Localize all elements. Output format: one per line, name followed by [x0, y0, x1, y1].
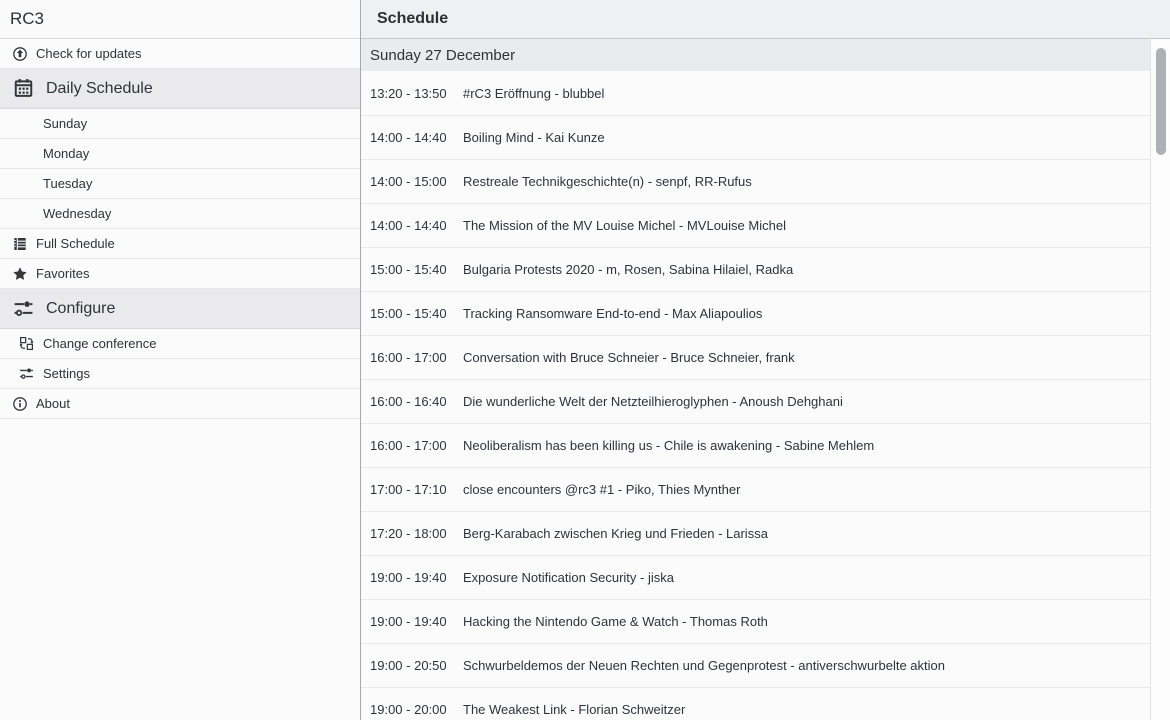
event-time: 14:00 - 14:40	[370, 130, 454, 145]
update-icon	[12, 46, 28, 62]
sidebar-item-settings[interactable]: Settings	[0, 359, 360, 389]
event-row[interactable]: 15:00 - 15:40 Bulgaria Protests 2020 - m,…	[361, 247, 1150, 291]
event-row[interactable]: 14:00 - 14:40 The Mission of the MV Louis…	[361, 203, 1150, 247]
app-title: RC3	[10, 9, 44, 29]
sidebar-item-sunday[interactable]: Sunday	[0, 109, 360, 139]
event-row[interactable]: 19:00 - 20:50 Schwurbeldemos der Neuen Re…	[361, 643, 1150, 687]
sidebar-section-daily-schedule[interactable]: Daily Schedule	[0, 69, 360, 109]
event-title: Exposure Notification Security - jiska	[463, 570, 674, 585]
event-list: 13:20 - 13:50 #rC3 Eröffnung - blubbel 14:…	[361, 71, 1150, 720]
sidebar-item-about[interactable]: About	[0, 389, 360, 419]
sidebar-item-monday[interactable]: Monday	[0, 139, 360, 169]
sliders-icon	[13, 298, 34, 319]
event-title: Tracking Ransomware End-to-end - Max Ali…	[463, 306, 762, 321]
event-title: The Weakest Link - Florian Schweitzer	[463, 702, 685, 717]
event-time: 17:20 - 18:00	[370, 526, 454, 541]
sidebar-item-label: Change conference	[43, 336, 156, 351]
sidebar-nav: Check for updates Daily Schedule Sunday Mon…	[0, 39, 360, 720]
sidebar-item-favorites[interactable]: Favorites	[0, 259, 360, 289]
event-title: Neoliberalism has been killing us - Chil…	[463, 438, 874, 453]
page-title: Schedule	[377, 10, 448, 28]
event-title: Die wunderliche Welt der Netzteilhierogl…	[463, 394, 843, 409]
sidebar-item-label: Daily Schedule	[46, 80, 153, 98]
sidebar-item-check-for-updates[interactable]: Check for updates	[0, 39, 360, 69]
sidebar-item-label: Check for updates	[36, 46, 142, 61]
app-window: RC3 Check for updates Daily Schedule Sunda…	[0, 0, 1170, 720]
sidebar-item-tuesday[interactable]: Tuesday	[0, 169, 360, 199]
event-row[interactable]: 17:00 - 17:10 close encounters @rc3 #1 - …	[361, 467, 1150, 511]
sidebar-item-label: Full Schedule	[36, 236, 115, 251]
star-icon	[12, 266, 28, 282]
event-title: Schwurbeldemos der Neuen Rechten und Geg…	[463, 658, 945, 673]
event-time: 19:00 - 19:40	[370, 614, 454, 629]
event-title: Hacking the Nintendo Game & Watch - Thom…	[463, 614, 768, 629]
swap-icon	[19, 336, 34, 351]
main-panel: Schedule Sunday 27 December 13:20 - 13:5…	[361, 0, 1170, 720]
event-row[interactable]: 16:00 - 16:40 Die wunderliche Welt der Ne…	[361, 379, 1150, 423]
event-title: #rC3 Eröffnung - blubbel	[463, 86, 604, 101]
event-title: Berg-Karabach zwischen Krieg und Frieden…	[463, 526, 768, 541]
scrollbar-thumb[interactable]	[1156, 48, 1166, 155]
event-time: 17:00 - 17:10	[370, 482, 454, 497]
sidebar: RC3 Check for updates Daily Schedule Sunda…	[0, 0, 361, 720]
scrollbar-track[interactable]	[1150, 40, 1170, 720]
event-title: close encounters @rc3 #1 - Piko, Thies M…	[463, 482, 740, 497]
sidebar-item-label: Monday	[43, 146, 89, 161]
event-row[interactable]: 19:00 - 20:00 The Weakest Link - Florian …	[361, 687, 1150, 720]
sidebar-item-label: About	[36, 396, 70, 411]
sidebar-item-wednesday[interactable]: Wednesday	[0, 199, 360, 229]
event-row[interactable]: 14:00 - 15:00 Restreale Technikgeschichte…	[361, 159, 1150, 203]
event-time: 19:00 - 19:40	[370, 570, 454, 585]
sliders-icon	[19, 366, 34, 381]
event-time: 16:00 - 17:00	[370, 438, 454, 453]
event-title: Restreale Technikgeschichte(n) - senpf, …	[463, 174, 752, 189]
event-time: 16:00 - 16:40	[370, 394, 454, 409]
event-row[interactable]: 19:00 - 19:40 Exposure Notification Secur…	[361, 555, 1150, 599]
event-row[interactable]: 15:00 - 15:40 Tracking Ransomware End-to-…	[361, 291, 1150, 335]
event-title: The Mission of the MV Louise Michel - MV…	[463, 218, 786, 233]
event-time: 14:00 - 15:00	[370, 174, 454, 189]
event-row[interactable]: 16:00 - 17:00 Conversation with Bruce Sch…	[361, 335, 1150, 379]
event-row[interactable]: 17:20 - 18:00 Berg-Karabach zwischen Krie…	[361, 511, 1150, 555]
calendar-icon	[13, 78, 34, 99]
event-time: 16:00 - 17:00	[370, 350, 454, 365]
info-icon	[12, 396, 28, 412]
event-row[interactable]: 14:00 - 14:40 Boiling Mind - Kai Kunze	[361, 115, 1150, 159]
sidebar-header: RC3	[0, 0, 360, 39]
main-header: Schedule	[361, 0, 1170, 39]
sidebar-item-label: Favorites	[36, 266, 89, 281]
event-row[interactable]: 19:00 - 19:40 Hacking the Nintendo Game &…	[361, 599, 1150, 643]
event-row[interactable]: 13:20 - 13:50 #rC3 Eröffnung - blubbel	[361, 71, 1150, 115]
sidebar-section-configure[interactable]: Configure	[0, 289, 360, 329]
event-time: 13:20 - 13:50	[370, 86, 454, 101]
event-title: Bulgaria Protests 2020 - m, Rosen, Sabin…	[463, 262, 793, 277]
event-row[interactable]: 16:00 - 17:00 Neoliberalism has been kill…	[361, 423, 1150, 467]
sidebar-item-change-conference[interactable]: Change conference	[0, 329, 360, 359]
event-time: 19:00 - 20:50	[370, 658, 454, 673]
sidebar-item-label: Settings	[43, 366, 90, 381]
sidebar-item-label: Sunday	[43, 116, 87, 131]
day-header-label: Sunday 27 December	[370, 47, 515, 64]
list-icon	[12, 236, 28, 252]
day-header: Sunday 27 December	[361, 39, 1150, 71]
event-time: 19:00 - 20:00	[370, 702, 454, 717]
sidebar-item-label: Wednesday	[43, 206, 111, 221]
event-time: 15:00 - 15:40	[370, 306, 454, 321]
event-time: 14:00 - 14:40	[370, 218, 454, 233]
event-time: 15:00 - 15:40	[370, 262, 454, 277]
event-title: Boiling Mind - Kai Kunze	[463, 130, 605, 145]
event-title: Conversation with Bruce Schneier - Bruce…	[463, 350, 795, 365]
sidebar-item-label: Tuesday	[43, 176, 92, 191]
sidebar-item-label: Configure	[46, 300, 115, 318]
sidebar-item-full-schedule[interactable]: Full Schedule	[0, 229, 360, 259]
